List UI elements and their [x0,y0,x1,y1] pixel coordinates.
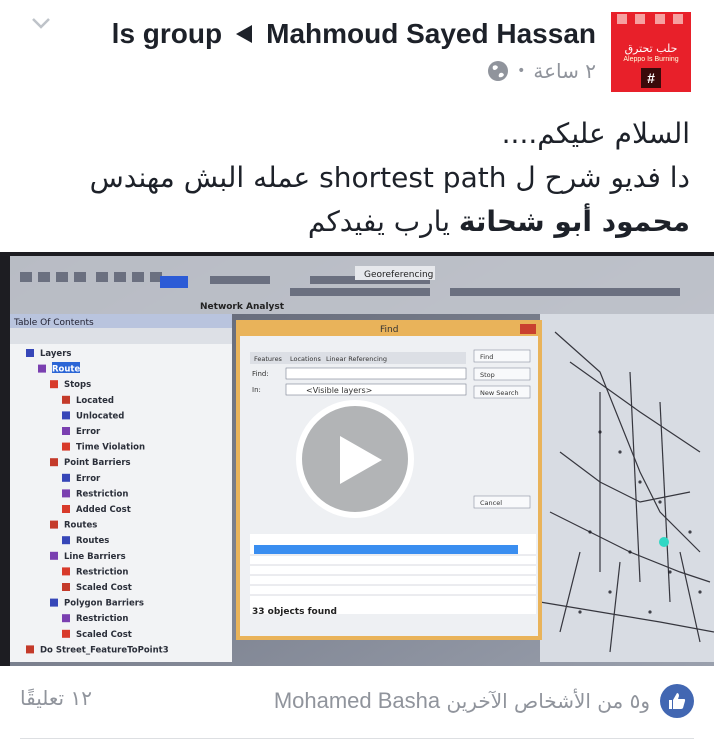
post-header-title: ls group Mahmoud Sayed Hassan [112,18,596,50]
toc-symbol-icon [26,645,34,654]
find-field-label: Find: [252,370,269,378]
toc-symbol-icon [62,442,70,451]
group-name-link[interactable]: ls group [112,18,222,50]
avatar-subtitle: Aleppo Is Burning [623,56,679,63]
globe-icon [488,61,509,81]
post-line-2: دا فديو شرح ل shortest path عمله البش مه… [89,161,690,194]
toc-item[interactable]: Scaled Cost [76,583,132,593]
play-button[interactable] [296,400,414,518]
find-tab[interactable]: Features [254,355,283,363]
toc-title: Table Of Contents [13,318,94,328]
toc-symbol-icon [62,473,70,482]
toc-symbol-icon [62,536,70,545]
toc-item[interactable]: Routes [64,521,97,531]
play-icon [340,436,382,484]
video-player[interactable]: Georeferencing Network Analyst Table Of … [0,252,714,666]
toc-symbol-icon [38,364,46,373]
toc-symbol-icon [62,629,70,638]
toc-symbol-icon [50,551,58,560]
network-analyst-label: Network Analyst [200,302,285,312]
toc-symbol-icon [62,427,70,435]
toc-symbol-icon [62,395,70,404]
reactions-text: و٥ من الأشخاص الآخرين Mohamed Basha [274,688,650,714]
find-field-label: In: [252,386,261,394]
meta-separator: • [517,63,526,79]
post-line-3-rest: يارب يفيدكم [307,205,459,238]
find-tab[interactable]: Linear Referencing [326,355,387,363]
find-in-value: <Visible layers> [306,386,372,395]
reactions-summary[interactable]: و٥ من الأشخاص الآخرين Mohamed Basha [274,684,694,718]
toc-item[interactable]: Located [76,396,114,406]
toc-symbol-icon [50,458,58,467]
toc-symbol-icon [50,380,58,389]
toc-symbol-icon [26,349,34,357]
post-meta: ٢ ساعة • [487,58,596,84]
toc-item[interactable]: Error [76,474,101,484]
castle-battlement-icon [611,12,691,28]
avatar-title: حلب تحترق [624,42,678,55]
avatar-hash: # [641,68,661,88]
find-dialog-button[interactable]: Find [480,353,493,361]
toc-symbol-icon [62,489,70,498]
toc-symbol-icon [62,505,70,513]
shared-to-arrow-icon [236,25,253,43]
timestamp[interactable]: ٢ ساعة [533,59,596,83]
toc-item[interactable]: Error [76,427,101,437]
toc-item[interactable]: Do Street_FeatureToPoint3 [40,645,169,655]
author-name-link[interactable]: Mahmoud Sayed Hassan [266,18,596,50]
toc-item[interactable]: Unlocated [76,411,124,421]
toc-item[interactable]: Restriction [76,567,128,577]
toc-item[interactable]: Time Violation [76,443,145,453]
toc-symbol-icon [62,567,70,576]
post-body: السلام عليكم.... دا فديو شرح ل shortest … [50,112,690,244]
find-dialog-button[interactable]: New Search [480,389,519,397]
post-line-3: محمود أبو شحاتة يارب يفيدكم [50,200,690,244]
toc-symbol-icon [62,411,70,420]
toc-item[interactable]: Restriction [76,614,128,624]
toc-item[interactable]: Point Barriers [64,458,131,468]
toc-item[interactable]: Stops [64,380,91,390]
toc-symbol-icon [50,520,58,529]
toc-symbol-icon [62,583,70,591]
toc-symbol-icon [62,614,70,623]
mentioned-name[interactable]: محمود أبو شحاتة [459,205,690,238]
toc-item[interactable]: Line Barriers [64,552,126,562]
toc-item[interactable]: Restriction [76,489,128,499]
toc-item[interactable]: Added Cost [76,505,131,515]
toc-item[interactable]: Polygon Barriers [64,599,144,609]
toc-item[interactable]: Route [52,365,80,375]
comments-count[interactable]: ١٢ تعليقًا [20,686,92,710]
post-line-1: السلام عليكم.... [501,117,690,150]
georeferencing-label: Georeferencing [364,270,433,280]
toc-item[interactable]: Scaled Cost [76,630,132,640]
divider [20,738,694,739]
toc-item[interactable]: Routes [76,536,109,546]
find-dialog-title: Find [380,325,398,335]
toc-symbol-icon [50,598,58,607]
find-tab[interactable]: Locations [290,355,321,363]
reactor-name[interactable]: Mohamed Basha [274,688,440,713]
find-dialog-button[interactable]: Stop [480,371,495,379]
find-dialog-button[interactable]: Cancel [480,499,502,507]
objects-found-label: 33 objects found [252,607,337,617]
avatar[interactable]: حلب تحترق Aleppo Is Burning # [611,12,691,92]
chevron-down-icon[interactable] [30,14,52,32]
reactions-count-text: و٥ من الأشخاص الآخرين [446,689,651,713]
toc-item[interactable]: Layers [40,349,71,359]
like-reaction-icon [660,684,694,718]
